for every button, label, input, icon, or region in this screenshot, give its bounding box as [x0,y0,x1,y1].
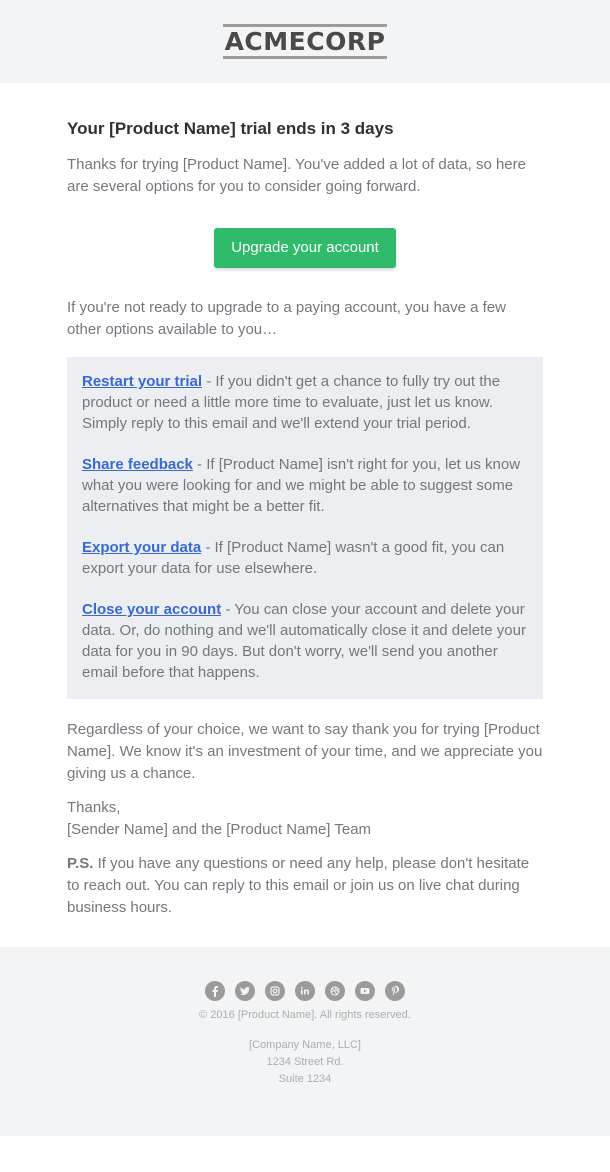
postscript: P.S. If you have any questions or need a… [67,853,543,919]
email-header: ACMECORP [0,0,610,83]
facebook-icon[interactable] [205,981,225,1001]
option-restart-trial: Restart your trial - If you didn't get a… [82,371,528,434]
copyright-text: © 2016 [Product Name]. All rights reserv… [199,1009,411,1021]
social-links [0,981,610,1001]
pinterest-icon[interactable] [385,981,405,1001]
company-name: [Company Name, LLC] [249,1039,361,1051]
option-close-account: Close your account - You can close your … [82,599,528,683]
dribbble-icon[interactable] [325,981,345,1001]
sender-name: [Sender Name] and the [Product Name] Tea… [67,821,372,838]
restart-trial-link[interactable]: Restart your trial [82,373,202,390]
ps-text: If you have any questions or need any he… [67,855,530,916]
share-feedback-link[interactable]: Share feedback [82,456,193,473]
linkedin-icon[interactable] [295,981,315,1001]
signoff: Thanks, [67,799,121,816]
email-footer: © 2016 [Product Name]. All rights reserv… [0,947,610,1136]
close-account-link[interactable]: Close your account [82,601,221,618]
company-address: [Company Name, LLC] 1234 Street Rd. Suit… [0,1037,610,1088]
option-export-data: Export your data - If [Product Name] was… [82,537,528,579]
twitter-icon[interactable] [235,981,255,1001]
street-address: 1234 Street Rd. [266,1056,344,1068]
cta-wrapper: Upgrade your account [67,228,543,268]
signature: Thanks, [Sender Name] and the [Product N… [67,797,543,841]
ps-label: P.S. [67,855,94,872]
email-title: Your [Product Name] trial ends in 3 days [67,119,394,138]
options-panel: Restart your trial - If you didn't get a… [67,357,543,699]
acmecorp-logo: ACMECORP [222,24,388,59]
instagram-icon[interactable] [265,981,285,1001]
export-data-link[interactable]: Export your data [82,539,201,556]
youtube-icon[interactable] [355,981,375,1001]
option-share-feedback: Share feedback - If [Product Name] isn't… [82,454,528,517]
intro-text: Thanks for trying [Product Name]. You've… [67,156,526,195]
upgrade-account-button[interactable]: Upgrade your account [214,228,396,268]
pre-options-text: If you're not ready to upgrade to a payi… [67,299,506,338]
email-body: Your [Product Name] trial ends in 3 days… [0,83,610,947]
suite: Suite 1234 [278,1073,332,1085]
closing-text: Regardless of your choice, we want to sa… [67,721,543,782]
